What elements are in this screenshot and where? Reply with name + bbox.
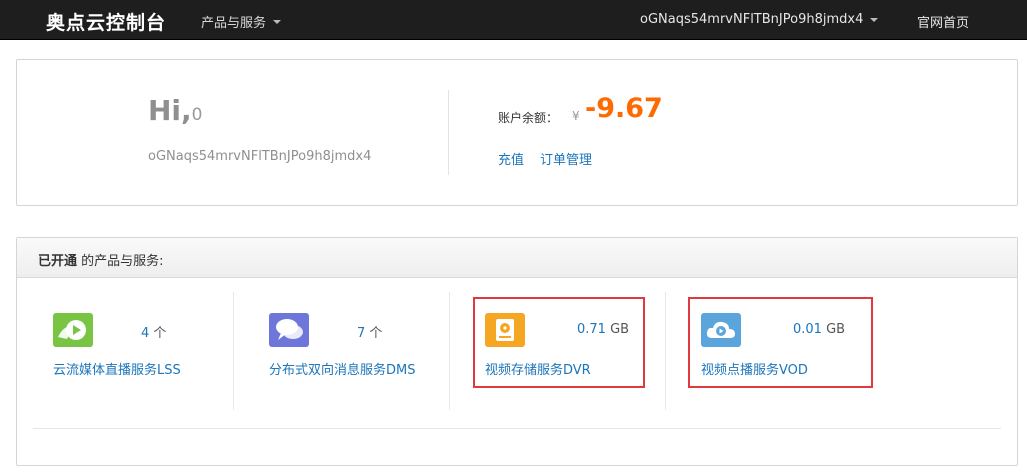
- account-panel: Hi,0 oGNaqs54mrvNFlTBnJPo9h8jmdx4 账户余额： …: [16, 59, 1018, 206]
- balance-value: -9.67: [585, 93, 663, 124]
- service-count: 7 个: [357, 322, 382, 341]
- live-play-icon: [53, 313, 93, 347]
- top-navbar: 奥点云控制台 产品与服务 oGNaqs54mrvNFlTBnJPo9h8jmdx…: [0, 0, 1027, 40]
- service-count-unit: 个: [153, 326, 167, 341]
- account-username: oGNaqs54mrvNFlTBnJPo9h8jmdx4: [148, 149, 372, 164]
- currency-symbol: ¥: [572, 109, 580, 123]
- services-title-rest: 的产品与服务:: [77, 254, 164, 269]
- service-card-lss[interactable]: 4 个 云流媒体直播服务LSS: [34, 292, 234, 410]
- user-menu[interactable]: oGNaqs54mrvNFlTBnJPo9h8jmdx4: [640, 12, 879, 27]
- service-card-dms[interactable]: 7 个 分布式双向消息服务DMS: [250, 292, 450, 410]
- balance-label: 账户余额：: [498, 111, 559, 125]
- services-title: 已开通 的产品与服务:: [38, 250, 164, 269]
- divider: [448, 90, 449, 175]
- user-menu-label: oGNaqs54mrvNFlTBnJPo9h8jmdx4: [640, 12, 864, 27]
- chevron-down-icon: [273, 19, 282, 24]
- products-menu[interactable]: 产品与服务: [201, 12, 282, 31]
- greeting-name: 0: [191, 105, 203, 125]
- service-name-lss[interactable]: 云流媒体直播服务LSS: [53, 359, 181, 378]
- chat-bubbles-icon: [269, 313, 309, 347]
- home-link[interactable]: 官网首页: [917, 12, 969, 31]
- chevron-down-icon: [870, 17, 879, 22]
- greeting-text: Hi,: [148, 94, 192, 127]
- service-count-unit: 个: [369, 326, 383, 341]
- greeting: Hi,0: [148, 94, 203, 127]
- highlight-box: [473, 297, 645, 388]
- order-management-link[interactable]: 订单管理: [540, 149, 592, 168]
- service-count: 4 个: [141, 322, 166, 341]
- highlight-box: [688, 297, 873, 388]
- services-title-bold: 已开通: [38, 254, 78, 269]
- divider: [33, 428, 1001, 429]
- services-header: 已开通 的产品与服务:: [17, 238, 1017, 278]
- service-count-value: 7: [357, 326, 366, 341]
- service-count-value: 4: [141, 326, 150, 341]
- recharge-link[interactable]: 充值: [498, 149, 524, 168]
- brand-logo[interactable]: 奥点云控制台: [46, 8, 166, 35]
- products-menu-label: 产品与服务: [201, 16, 267, 31]
- service-name-dms[interactable]: 分布式双向消息服务DMS: [269, 359, 415, 378]
